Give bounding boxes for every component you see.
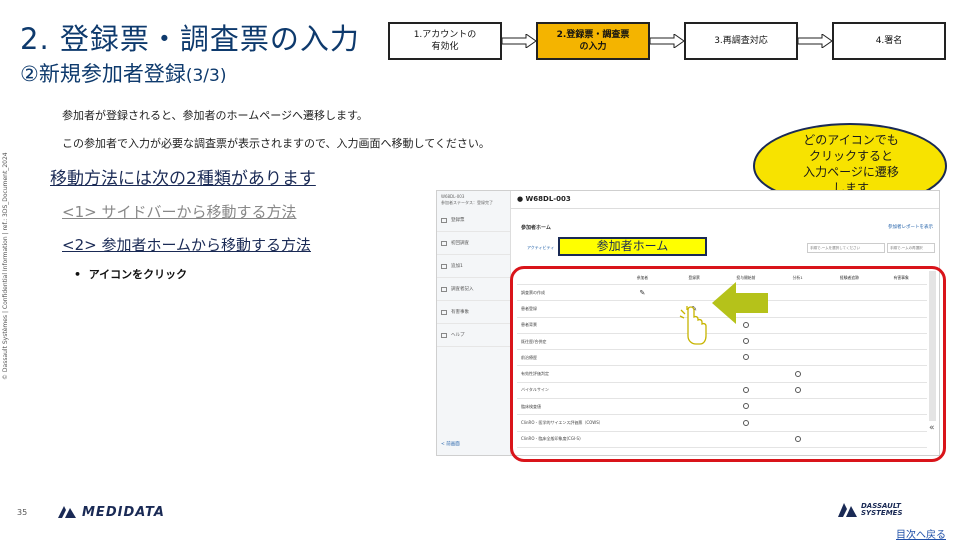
- sidebar-item-label: ヘルプ: [451, 333, 465, 338]
- sidebar-item-investigator[interactable]: 調査者記入: [437, 278, 510, 301]
- step-3-label: 3.再調査対応: [714, 36, 768, 46]
- dassault-mark-icon: [838, 503, 857, 517]
- activity-tab[interactable]: アクティビティ: [527, 245, 554, 251]
- page-subtitle: ②新規参加者登録(3/3): [20, 58, 226, 88]
- method-1-link[interactable]: <1> サイドバーから移動する方法: [62, 201, 296, 222]
- sidebar-item-label: 初回調査: [451, 241, 469, 246]
- step-arrow-icon: [650, 34, 684, 48]
- folder-icon: [441, 217, 447, 223]
- bullet-text: アイコンをクリック: [88, 268, 188, 281]
- sidebar-item-initial[interactable]: 初回調査: [437, 232, 510, 255]
- procedure-select[interactable]: 手順で-ームを選択してください: [807, 243, 885, 253]
- toc-link[interactable]: 目次へ戻る: [896, 526, 946, 540]
- participant-home-label: 参加者ホーム: [558, 237, 707, 256]
- bubble-text: どのアイコンでも クリックすると 入力ページに遷移 します: [803, 133, 899, 195]
- medidata-mark-icon: [58, 506, 76, 518]
- back-link[interactable]: < 前画面: [441, 441, 460, 447]
- step-1: 1.アカウントの 有効化: [388, 22, 502, 60]
- method-2-link[interactable]: <2> 参加者ホームから移動する方法: [62, 234, 311, 255]
- sidebar-item-label: 登録票: [451, 218, 465, 223]
- step-2-label: 2.登録票・調査票 の入力: [556, 30, 630, 52]
- step-2: 2.登録票・調査票 の入力: [536, 22, 650, 60]
- sidebar-item-registration[interactable]: 登録票: [437, 209, 510, 232]
- sidebar-item-label: 調査者記入: [451, 287, 474, 292]
- step-4-label: 4.署名: [875, 36, 903, 46]
- arrow-left-icon: [712, 282, 768, 324]
- folder-icon: [441, 286, 447, 292]
- subtitle-page: (3/3): [185, 66, 227, 86]
- study-id: W68DL-003: [525, 195, 571, 203]
- folder-icon: [441, 309, 447, 315]
- confidential-note: © Dassault Systèmes | Confidential Infor…: [2, 152, 9, 380]
- sidebar-item-label: 追加1: [451, 264, 463, 269]
- folder-icon: [441, 263, 447, 269]
- screenshot-header: ● W68DL-003: [511, 191, 939, 209]
- dassault-logo: DASSAULT SYSTEMES: [836, 498, 903, 522]
- step-3: 3.再調査対応: [684, 22, 798, 60]
- medidata-text: MEDIDATA: [82, 504, 165, 520]
- page-number: 35: [17, 508, 28, 517]
- sidebar-item-add1[interactable]: 追加1: [437, 255, 510, 278]
- page-title: 2. 登録票・調査票の入力: [20, 22, 360, 56]
- dassault-line-2: SYSTEMES: [861, 509, 903, 517]
- description-line-1: 参加者が登録されると、参加者のホームページへ遷移します。: [62, 109, 368, 122]
- subtitle-text: ②新規参加者登録: [20, 62, 186, 86]
- sidebar-head: W68DL-003 参加者ステータス：登録完了: [437, 191, 510, 209]
- methods-heading: 移動方法には次の2種類があります: [50, 169, 316, 189]
- user-icon: ●: [517, 195, 524, 203]
- description-line-2: この参加者で入力が必要な調査票が表示されますので、入力画面へ移動してください。: [62, 137, 490, 150]
- sidebar-item-label: 有害事象: [451, 310, 469, 315]
- step-4: 4.署名: [832, 22, 946, 60]
- step-arrow-icon: [798, 34, 832, 48]
- sidebar-status: 参加者ステータス：登録完了: [441, 200, 493, 205]
- step-flow: 1.アカウントの 有効化 2.登録票・調査票 の入力 3.再調査対応 4.署名: [388, 22, 948, 60]
- folder-icon: [441, 240, 447, 246]
- procedure-reselect[interactable]: 手順で-ームの再選択: [887, 243, 935, 253]
- step-arrow-icon: [502, 34, 536, 48]
- bullet-item: • アイコンをクリック: [74, 268, 188, 281]
- sidebar-item-help[interactable]: ヘルプ: [437, 324, 510, 347]
- screenshot-sidebar: W68DL-003 参加者ステータス：登録完了 登録票 初回調査 追加1 調査者…: [437, 191, 511, 455]
- step-1-label: 1.アカウントの 有効化: [413, 30, 477, 52]
- participant-report-link[interactable]: 参加者レポートを表示: [888, 224, 933, 230]
- card-title: 参加者ホーム: [521, 225, 551, 231]
- sidebar-item-adverse[interactable]: 有害事象: [437, 301, 510, 324]
- dassault-text: DASSAULT SYSTEMES: [861, 503, 903, 517]
- pointer-hand-icon: [679, 306, 707, 345]
- document-icon: [441, 332, 447, 338]
- medidata-logo: MEDIDATA: [56, 502, 165, 522]
